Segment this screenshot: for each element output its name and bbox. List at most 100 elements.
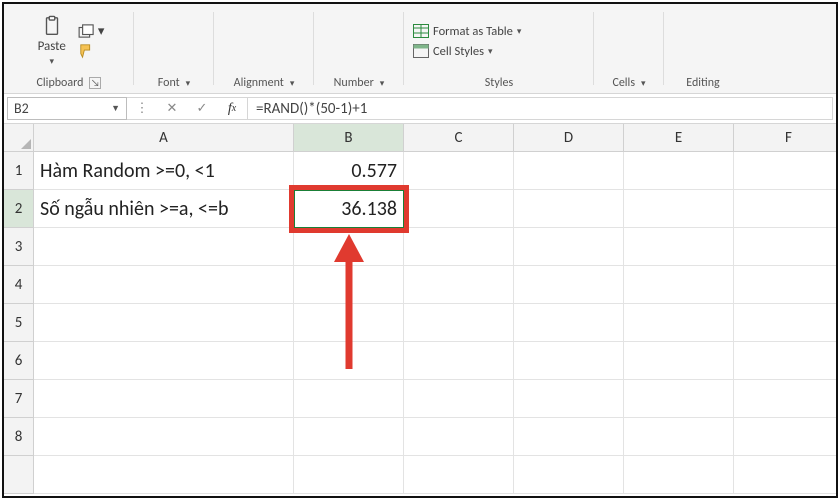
- chevron-down-icon: ▾: [641, 78, 646, 89]
- cell-E5[interactable]: [624, 304, 734, 342]
- cell-F4[interactable]: [734, 266, 838, 304]
- cell-A6[interactable]: [34, 342, 294, 380]
- chevron-down-icon[interactable]: ▼: [111, 103, 120, 114]
- cell-B1[interactable]: 0.577: [294, 152, 404, 190]
- cell-C8[interactable]: [404, 418, 514, 456]
- cell-A8[interactable]: [34, 418, 294, 456]
- col-header-C[interactable]: C: [404, 124, 514, 152]
- cell-C5[interactable]: [404, 304, 514, 342]
- cell-F5[interactable]: [734, 304, 838, 342]
- cell-C6[interactable]: [404, 342, 514, 380]
- row-header-2[interactable]: 2: [4, 190, 34, 228]
- row-header-1[interactable]: 1: [4, 152, 34, 190]
- cell-D3[interactable]: [514, 228, 624, 266]
- ribbon-group-font: Font ▾: [134, 4, 214, 93]
- row-header-blank[interactable]: [4, 456, 34, 494]
- row-header-4[interactable]: 4: [4, 266, 34, 304]
- cell-D5[interactable]: [514, 304, 624, 342]
- cell-B6[interactable]: [294, 342, 404, 380]
- cell-B8[interactable]: [294, 418, 404, 456]
- cell-B3[interactable]: [294, 228, 404, 266]
- cell-C1[interactable]: [404, 152, 514, 190]
- cell-A5[interactable]: [34, 304, 294, 342]
- cell-C7[interactable]: [404, 380, 514, 418]
- ribbon-group-editing: Editing: [664, 4, 742, 93]
- cell-D7[interactable]: [514, 380, 624, 418]
- formula-input[interactable]: =RAND()*(50-1)+1: [248, 97, 833, 120]
- cell-styles-icon: [413, 44, 429, 58]
- row-header-5[interactable]: 5: [4, 304, 34, 342]
- cell-E7[interactable]: [624, 380, 734, 418]
- cell-E1[interactable]: [624, 152, 734, 190]
- cell-E4[interactable]: [624, 266, 734, 304]
- cell-A2[interactable]: Số ngẫu nhiên >=a, <=b: [34, 190, 294, 228]
- cell-F7[interactable]: [734, 380, 838, 418]
- cell-F8[interactable]: [734, 418, 838, 456]
- cancel-icon[interactable]: ✕: [157, 101, 187, 116]
- paste-label: Paste: [38, 39, 66, 54]
- cell-E8[interactable]: [624, 418, 734, 456]
- cell-A1[interactable]: Hàm Random >=0, <1: [34, 152, 294, 190]
- paste-button[interactable]: Paste ▾: [34, 15, 70, 67]
- copy-icon[interactable]: ▾: [78, 24, 105, 39]
- dialog-launcher-icon[interactable]: ↘: [89, 77, 101, 89]
- ribbon-group-number: Number ▾: [314, 4, 404, 93]
- cell-C3[interactable]: [404, 228, 514, 266]
- cell-D2[interactable]: [514, 190, 624, 228]
- col-header-D[interactable]: D: [514, 124, 624, 152]
- chevron-down-icon: ▾: [488, 46, 493, 57]
- format-painter-icon[interactable]: [78, 43, 96, 59]
- chevron-down-icon: ▾: [290, 78, 295, 89]
- cell-B4[interactable]: [294, 266, 404, 304]
- row-header-8[interactable]: 8: [4, 418, 34, 456]
- cell-F3[interactable]: [734, 228, 838, 266]
- cell-E6[interactable]: [624, 342, 734, 380]
- name-box[interactable]: B2 ▼: [7, 97, 127, 120]
- cell-styles-button[interactable]: Cell Styles ▾: [410, 43, 496, 60]
- col-header-A[interactable]: A: [34, 124, 294, 152]
- select-all-corner[interactable]: [4, 124, 34, 152]
- column-headers: A B C D E F G: [34, 124, 838, 152]
- col-header-F[interactable]: F: [734, 124, 838, 152]
- accept-icon[interactable]: ✓: [187, 101, 217, 116]
- col-header-B[interactable]: B: [294, 124, 404, 152]
- row-header-6[interactable]: 6: [4, 342, 34, 380]
- more-functions-icon[interactable]: ⋮: [127, 101, 157, 116]
- cell-C4[interactable]: [404, 266, 514, 304]
- row-headers: 1 2 3 4 5 6 7 8: [4, 124, 34, 494]
- name-box-value: B2: [14, 100, 29, 117]
- row-header-3[interactable]: 3: [4, 228, 34, 266]
- cell-D4[interactable]: [514, 266, 624, 304]
- format-as-table-button[interactable]: Format as Table ▾: [410, 23, 524, 40]
- cell-E3[interactable]: [624, 228, 734, 266]
- fx-icon[interactable]: fx: [217, 101, 247, 117]
- chevron-down-icon: ▾: [186, 78, 191, 89]
- grid-body[interactable]: Hàm Random >=0, <1 0.577 Số ngẫu nhiên >…: [34, 152, 838, 494]
- ribbon-group-cells: Cells ▾: [594, 4, 664, 93]
- cell-F1[interactable]: [734, 152, 838, 190]
- cell-C2[interactable]: [404, 190, 514, 228]
- cell-E2[interactable]: [624, 190, 734, 228]
- cell-D6[interactable]: [514, 342, 624, 380]
- ribbon: Paste ▾ ▾ Clipboard ↘ Font ▾: [4, 4, 836, 94]
- cell-B2[interactable]: 36.138: [294, 190, 404, 228]
- group-label-cells: Cells: [612, 76, 635, 90]
- cell-F2[interactable]: [734, 190, 838, 228]
- chevron-down-icon: ▾: [517, 26, 522, 37]
- col-header-E[interactable]: E: [624, 124, 734, 152]
- cell-A7[interactable]: [34, 380, 294, 418]
- cell-B5[interactable]: [294, 304, 404, 342]
- cell-F6[interactable]: [734, 342, 838, 380]
- cell-B7[interactable]: [294, 380, 404, 418]
- row-header-7[interactable]: 7: [4, 380, 34, 418]
- cell-D1[interactable]: [514, 152, 624, 190]
- group-label-number: Number: [334, 76, 374, 90]
- formula-value: =RAND()*(50-1)+1: [256, 100, 367, 118]
- group-label-font: Font: [158, 76, 180, 90]
- cell-A3[interactable]: [34, 228, 294, 266]
- cell-A4[interactable]: [34, 266, 294, 304]
- group-label-alignment: Alignment: [234, 76, 284, 90]
- cell-D8[interactable]: [514, 418, 624, 456]
- format-as-table-label: Format as Table: [433, 24, 513, 39]
- chevron-down-icon: ▾: [380, 78, 385, 89]
